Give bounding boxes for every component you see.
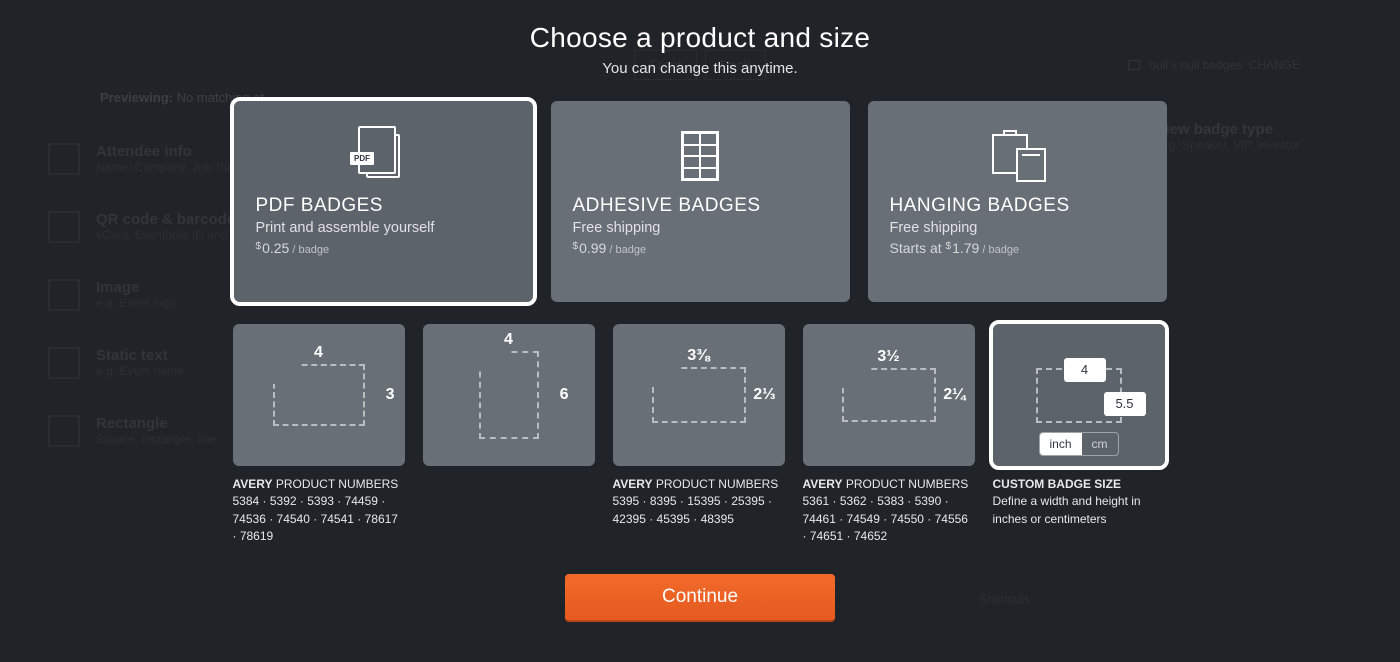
size-info: AVERY PRODUCT NUMBERS 5395 · 8395 · 1539… xyxy=(613,476,785,528)
custom-width-input[interactable]: 4 xyxy=(1064,358,1106,382)
custom-title: CUSTOM BADGE SIZE xyxy=(993,477,1121,491)
size-4x6[interactable]: 4 6 xyxy=(423,324,595,466)
size-info: AVERY PRODUCT NUMBERS 5361 · 5362 · 5383… xyxy=(803,476,975,546)
avery-numbers: 5384 · 5392 · 5393 · 74459 · 74536 · 745… xyxy=(233,494,398,543)
size-w: 4 xyxy=(504,331,513,349)
product-price: $0.25 / badge xyxy=(256,240,511,256)
label-sheet-icon xyxy=(573,123,828,189)
continue-button[interactable]: Continue xyxy=(565,574,835,622)
size-w: 4 xyxy=(314,344,323,362)
size-3-3-8x2-1-3[interactable]: 3⅜ 2⅓ xyxy=(613,324,785,466)
size-4x3[interactable]: 4 3 xyxy=(233,324,405,466)
avery-numbers: 5361 · 5362 · 5383 · 5390 · 74461 · 7454… xyxy=(803,494,968,543)
custom-height-input[interactable]: 5.5 xyxy=(1104,392,1146,416)
product-sub: Print and assemble yourself xyxy=(256,220,511,236)
pdf-pages-icon: PDF xyxy=(256,123,511,189)
size-h: 3 xyxy=(386,386,395,404)
product-sub: Free shipping xyxy=(573,220,828,236)
size-3-1-2x2-1-4[interactable]: 3½ 2¼ xyxy=(803,324,975,466)
size-custom[interactable]: 4 5.5 inch cm xyxy=(993,324,1165,466)
product-hanging-badges[interactable]: HANGING BADGES Free shipping Starts at $… xyxy=(868,101,1167,302)
unit-inch[interactable]: inch xyxy=(1039,433,1081,455)
modal-title: Choose a product and size xyxy=(530,22,871,54)
size-row: 4 3 AVERY PRODUCT NUMBERS 5384 · 5392 · … xyxy=(233,324,1168,546)
size-h: 6 xyxy=(560,386,569,404)
size-info: CUSTOM BADGE SIZE Define a width and hei… xyxy=(993,476,1165,528)
size-h: 2⅓ xyxy=(753,386,775,404)
size-w: 3½ xyxy=(877,348,899,366)
hanging-badge-icon xyxy=(890,123,1145,189)
product-label: ADHESIVE BADGES xyxy=(573,195,828,217)
product-price: Starts at $1.79 / badge xyxy=(890,240,1145,256)
product-label: PDF BADGES xyxy=(256,195,511,217)
avery-numbers: 5395 · 8395 · 15395 · 25395 · 42395 · 45… xyxy=(613,494,772,525)
size-w: 3⅜ xyxy=(687,347,709,365)
unit-toggle: inch cm xyxy=(1038,432,1118,456)
product-row: PDF PDF BADGES Print and assemble yourse… xyxy=(234,101,1167,302)
product-adhesive-badges[interactable]: ADHESIVE BADGES Free shipping $0.99 / ba… xyxy=(551,101,850,302)
product-label: HANGING BADGES xyxy=(890,195,1145,217)
product-picker-modal: Choose a product and size You can change… xyxy=(0,0,1400,662)
modal-subtitle: You can change this anytime. xyxy=(602,60,797,77)
size-info: AVERY PRODUCT NUMBERS 5384 · 5392 · 5393… xyxy=(233,476,405,546)
product-sub: Free shipping xyxy=(890,220,1145,236)
custom-desc: Define a width and height in inches or c… xyxy=(993,494,1141,525)
product-pdf-badges[interactable]: PDF PDF BADGES Print and assemble yourse… xyxy=(234,101,533,302)
size-h: 2¼ xyxy=(943,386,965,404)
product-price: $0.99 / badge xyxy=(573,240,828,256)
unit-cm[interactable]: cm xyxy=(1082,433,1118,455)
